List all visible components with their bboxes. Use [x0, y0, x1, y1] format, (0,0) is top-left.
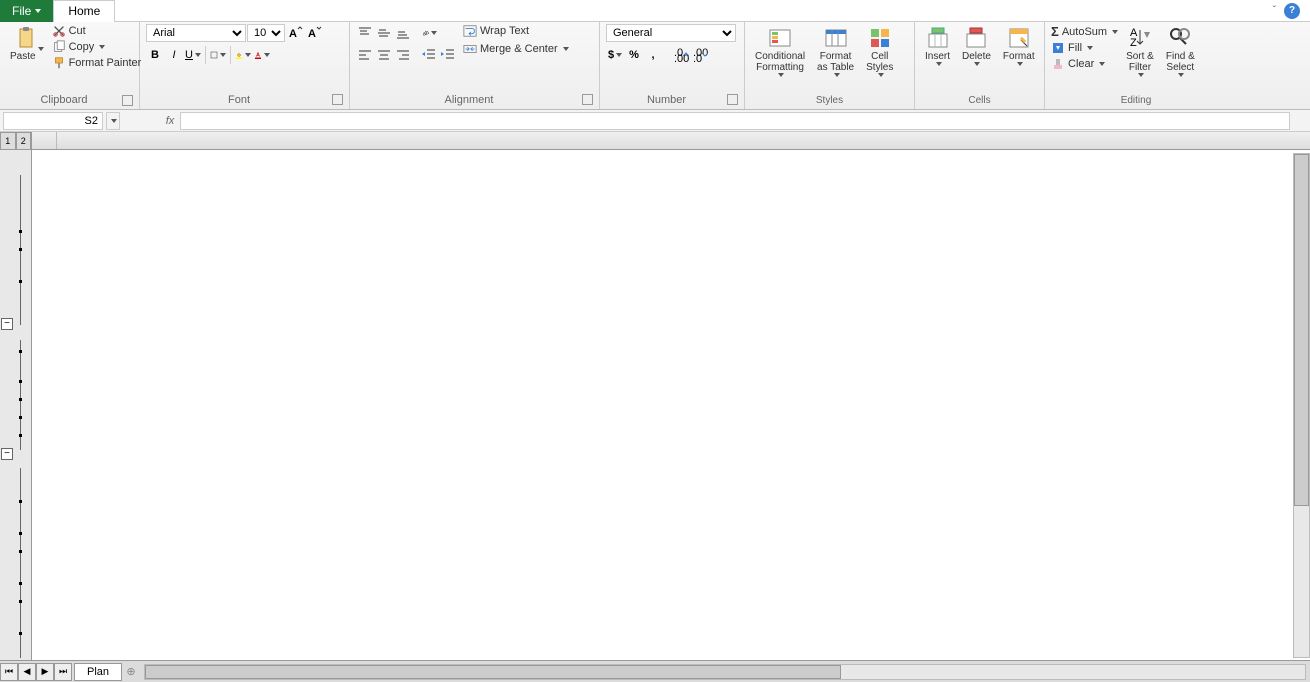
- paste-button[interactable]: Paste: [6, 24, 48, 64]
- fill-color-button[interactable]: [234, 46, 252, 64]
- prev-sheet-button[interactable]: ◀: [18, 663, 36, 681]
- help-icon[interactable]: ?: [1284, 3, 1300, 19]
- name-box[interactable]: S2: [3, 112, 103, 130]
- menubar: File Home ˇ ?: [0, 0, 1310, 22]
- cell-styles-button[interactable]: Cell Styles: [862, 24, 897, 79]
- border-button[interactable]: [209, 46, 227, 64]
- formula-bar[interactable]: [180, 112, 1290, 130]
- percent-button[interactable]: %: [625, 46, 643, 64]
- conditional-formatting-button[interactable]: Conditional Formatting: [751, 24, 809, 79]
- merge-center-button[interactable]: Merge & Center: [463, 42, 569, 56]
- cut-button[interactable]: Cut: [52, 24, 142, 38]
- underline-button[interactable]: U: [184, 46, 202, 64]
- number-format-select[interactable]: General: [606, 24, 736, 42]
- comma-button[interactable]: ,: [644, 46, 662, 64]
- svg-text:A: A: [289, 28, 297, 40]
- decrease-decimal-button[interactable]: .00.0: [691, 46, 709, 64]
- vertical-scrollbar[interactable]: [1293, 153, 1310, 658]
- align-left-button[interactable]: [356, 46, 374, 64]
- format-as-table-button[interactable]: Format as Table: [813, 24, 858, 79]
- bold-button[interactable]: B: [146, 46, 164, 64]
- italic-button[interactable]: I: [165, 46, 183, 64]
- sheet-tab-bar: ⏮ ◀ ▶ ⏭ Plan ⊕: [0, 660, 1310, 682]
- wrap-text-button[interactable]: Wrap Text: [463, 24, 569, 38]
- align-launcher[interactable]: [582, 94, 593, 105]
- decrease-indent-button[interactable]: [420, 46, 438, 64]
- font-launcher[interactable]: [332, 94, 343, 105]
- menu-tab-home[interactable]: Home: [53, 0, 115, 22]
- clear-button[interactable]: Clear: [1051, 57, 1118, 71]
- sheet-tab-plan[interactable]: Plan: [74, 663, 122, 681]
- fx-icon[interactable]: fx: [160, 115, 180, 127]
- align-bottom-button[interactable]: [394, 24, 412, 42]
- new-sheet-button[interactable]: ⊕: [122, 665, 140, 678]
- outline-collapse-1[interactable]: −: [1, 318, 13, 330]
- format-cells-button[interactable]: Format: [999, 24, 1039, 68]
- align-top-button[interactable]: [356, 24, 374, 42]
- name-box-dropdown[interactable]: [106, 112, 120, 130]
- accounting-button[interactable]: $: [606, 46, 624, 64]
- svg-text:.00: .00: [674, 53, 689, 63]
- last-sheet-button[interactable]: ⏭: [54, 663, 72, 681]
- horizontal-scrollbar[interactable]: [144, 664, 1306, 680]
- align-middle-button[interactable]: [375, 24, 393, 42]
- shrink-font-button[interactable]: A: [305, 24, 323, 42]
- increase-indent-button[interactable]: [439, 46, 457, 64]
- font-size-select[interactable]: 10: [247, 24, 285, 42]
- ribbon: Paste Cut Copy Format Painter Clipboard …: [0, 22, 1310, 110]
- clipboard-launcher[interactable]: [122, 95, 133, 106]
- svg-text:Z: Z: [1130, 37, 1137, 49]
- svg-text:A: A: [308, 28, 316, 40]
- format-painter-button[interactable]: Format Painter: [52, 56, 142, 70]
- autosum-button[interactable]: ΣAutoSum: [1051, 24, 1118, 39]
- grow-font-button[interactable]: A: [286, 24, 304, 42]
- file-menu[interactable]: File: [0, 0, 53, 22]
- formula-bar-row: S2 fx: [0, 110, 1310, 132]
- orientation-button[interactable]: ab: [420, 24, 438, 42]
- font-name-select[interactable]: Arial: [146, 24, 246, 42]
- first-sheet-button[interactable]: ⏮: [0, 663, 18, 681]
- fill-button[interactable]: Fill: [1051, 41, 1118, 55]
- outline-level-2[interactable]: 2: [16, 132, 32, 150]
- svg-text:.0: .0: [693, 53, 702, 63]
- outline-column: 12 − −: [0, 132, 32, 660]
- next-sheet-button[interactable]: ▶: [36, 663, 54, 681]
- align-center-button[interactable]: [375, 46, 393, 64]
- align-right-button[interactable]: [394, 46, 412, 64]
- increase-decimal-button[interactable]: .0.00: [672, 46, 690, 64]
- delete-cells-button[interactable]: Delete: [958, 24, 995, 68]
- sort-filter-button[interactable]: AZSort & Filter: [1122, 24, 1158, 79]
- font-color-button[interactable]: A: [253, 46, 271, 64]
- insert-cells-button[interactable]: Insert: [921, 24, 954, 68]
- outline-level-1[interactable]: 1: [0, 132, 16, 150]
- outline-collapse-2[interactable]: −: [1, 448, 13, 460]
- svg-text:ab: ab: [422, 30, 429, 37]
- minimize-ribbon-icon[interactable]: ˇ: [1273, 5, 1276, 16]
- copy-button[interactable]: Copy: [52, 40, 142, 54]
- number-launcher[interactable]: [727, 94, 738, 105]
- find-select-button[interactable]: Find & Select: [1162, 24, 1199, 79]
